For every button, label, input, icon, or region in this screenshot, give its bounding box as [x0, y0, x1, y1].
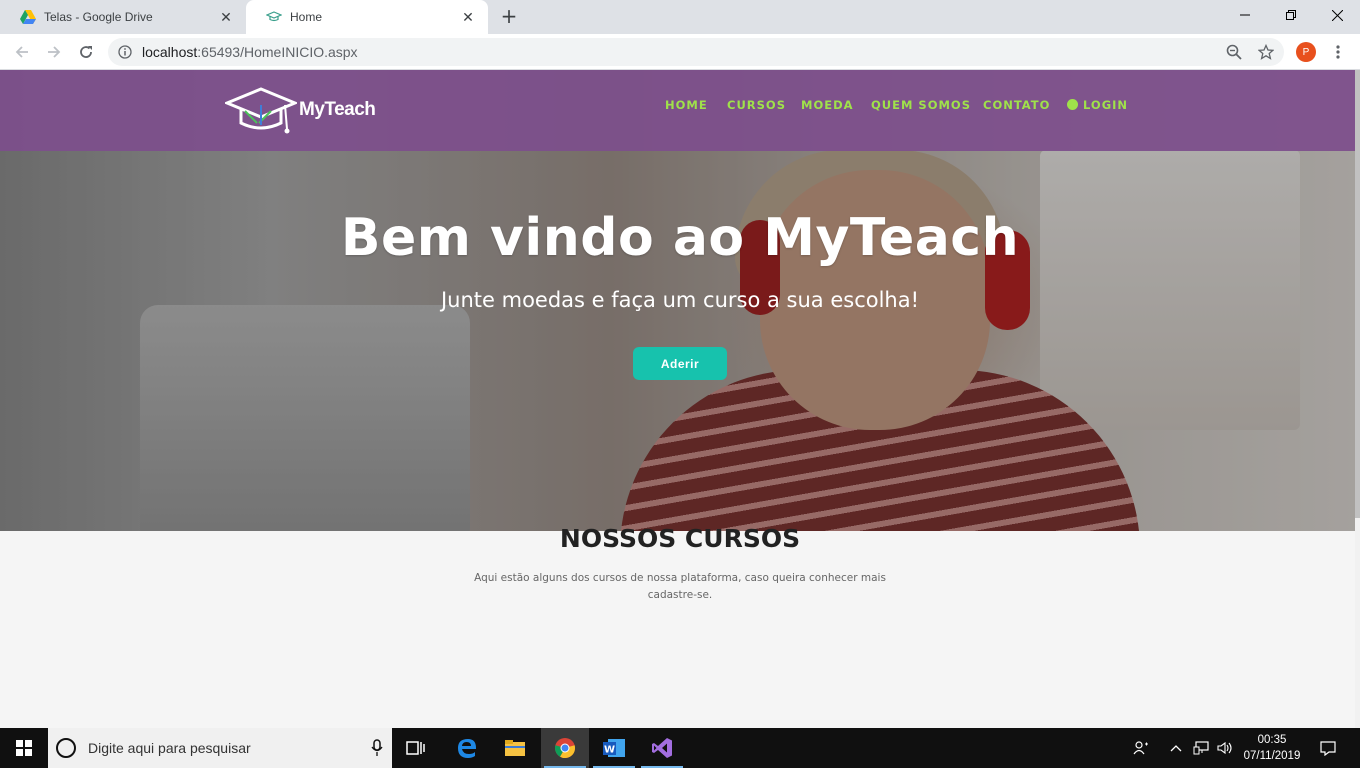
close-tab-icon[interactable]: ✕: [460, 9, 476, 25]
nav-quem-somos[interactable]: QUEM SOMOS: [871, 98, 971, 112]
taskbar-search-placeholder: Digite aqui para pesquisar: [88, 740, 251, 756]
menu-dots-icon[interactable]: [1326, 40, 1350, 64]
microphone-icon[interactable]: [362, 739, 392, 757]
site-navbar: MyTeach HOME CURSOS MOEDA QUEM SOMOS CON…: [0, 70, 1355, 151]
minimize-icon[interactable]: [1222, 0, 1268, 30]
tab-title: Telas - Google Drive: [44, 10, 153, 24]
close-window-icon[interactable]: [1314, 0, 1360, 30]
chrome-taskbar-icon[interactable]: [541, 728, 589, 768]
cortana-icon: [56, 738, 76, 758]
windows-taskbar: Digite aqui para pesquisar W 00:35 07/11…: [0, 728, 1360, 768]
word-icon[interactable]: W: [590, 728, 638, 768]
address-bar[interactable]: localhost:65493/HomeINICIO.aspx: [108, 38, 1284, 66]
tab-google-drive[interactable]: Telas - Google Drive ✕: [0, 0, 246, 34]
edge-browser-icon[interactable]: [443, 728, 491, 768]
graduation-cap-logo-icon: [225, 87, 297, 134]
svg-text:W: W: [604, 745, 615, 756]
bookmark-star-icon[interactable]: [1254, 40, 1278, 64]
network-icon[interactable]: [1190, 728, 1212, 768]
tab-home[interactable]: Home ✕: [246, 0, 488, 34]
restore-icon[interactable]: [1268, 0, 1314, 30]
browser-toolbar: localhost:65493/HomeINICIO.aspx P: [0, 34, 1360, 70]
people-icon[interactable]: [1130, 728, 1152, 768]
scrollbar-thumb[interactable]: [1355, 70, 1360, 518]
aderir-button[interactable]: Aderir: [633, 347, 727, 380]
url-host: localhost: [142, 44, 198, 60]
task-view-icon[interactable]: [392, 728, 440, 768]
site-logo[interactable]: MyTeach: [225, 85, 376, 135]
nav-moeda[interactable]: MOEDA: [801, 98, 854, 112]
page-viewport: Bem vindo ao MyTeach Junte moedas e faça…: [0, 70, 1355, 728]
info-icon[interactable]: [118, 45, 132, 59]
notifications-icon[interactable]: [1316, 728, 1340, 768]
brand-name: MyTeach: [299, 99, 376, 120]
nav-login[interactable]: LOGIN: [1067, 98, 1128, 112]
google-drive-icon: [20, 9, 36, 25]
close-tab-icon[interactable]: ✕: [218, 9, 234, 25]
clock-date: 07/11/2019: [1243, 750, 1301, 762]
show-hidden-icons-chevron-up-icon[interactable]: [1166, 728, 1186, 768]
hero-subtitle: Junte moedas e faça um curso a sua escol…: [440, 288, 920, 312]
url-path: :65493/HomeINICIO.aspx: [197, 44, 358, 60]
visual-studio-icon[interactable]: [638, 728, 686, 768]
user-circle-icon: [1067, 99, 1078, 110]
back-icon[interactable]: [10, 40, 34, 64]
nav-login-label: LOGIN: [1083, 98, 1129, 112]
profile-avatar[interactable]: P: [1296, 42, 1316, 62]
nav-cursos[interactable]: CURSOS: [727, 98, 786, 112]
windows-logo-icon: [16, 740, 32, 756]
clock-time: 00:35: [1257, 734, 1287, 746]
taskbar-search-box[interactable]: Digite aqui para pesquisar: [48, 728, 392, 768]
new-tab-button[interactable]: +: [498, 6, 520, 27]
system-clock[interactable]: 00:35 07/11/2019: [1240, 732, 1304, 764]
start-button[interactable]: [0, 728, 48, 768]
forward-icon[interactable]: [42, 40, 66, 64]
nav-contato[interactable]: CONTATO: [983, 98, 1050, 112]
tab-title: Home: [290, 10, 323, 24]
courses-section-description: Aqui estão alguns dos cursos de nossa pl…: [474, 572, 886, 601]
zoom-icon[interactable]: [1222, 40, 1246, 64]
nav-home[interactable]: HOME: [665, 98, 708, 112]
courses-section-title: NOSSOS CURSOS: [559, 524, 801, 553]
page-scrollbar[interactable]: [1355, 70, 1360, 728]
reload-icon[interactable]: [74, 40, 98, 64]
hero-title: Bem vindo ao MyTeach: [340, 208, 1020, 268]
graduation-cap-icon: [265, 9, 283, 25]
file-explorer-icon[interactable]: [491, 728, 539, 768]
volume-icon[interactable]: [1214, 728, 1236, 768]
browser-tab-strip: Telas - Google Drive ✕ Home ✕ +: [0, 0, 1360, 34]
